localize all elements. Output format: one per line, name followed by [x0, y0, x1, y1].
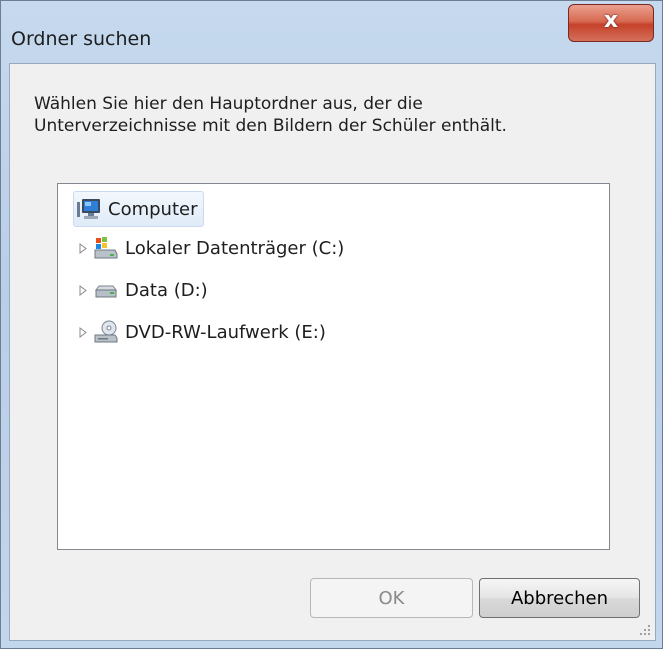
tree-item-drive-e[interactable]: DVD-RW-Laufwerk (E:)	[76, 316, 326, 348]
tree-item-label: Lokaler Datenträger (C:)	[125, 237, 345, 259]
instruction-line-2: Unterverzeichnisse mit den Bildern der S…	[34, 116, 507, 136]
tree-item-drive-d[interactable]: Data (D:)	[76, 274, 208, 306]
close-icon: x	[603, 8, 619, 33]
tree-item-label: Computer	[108, 198, 198, 220]
dialog-body: Wählen Sie hier den Hauptordner aus, der…	[9, 63, 656, 641]
instruction-line-1: Wählen Sie hier den Hauptordner aus, der…	[34, 94, 423, 114]
instruction-text: Wählen Sie hier den Hauptordner aus, der…	[34, 93, 507, 137]
ok-button[interactable]: OK	[310, 578, 473, 618]
dvd-drive-icon	[94, 320, 118, 343]
expand-arrow-icon[interactable]	[76, 325, 90, 339]
folder-browser-dialog: Ordner suchen x Wählen Sie hier den Haup…	[0, 0, 663, 649]
tree-item-label: Data (D:)	[125, 279, 208, 301]
computer-icon	[77, 199, 100, 219]
window-title: Ordner suchen	[11, 28, 152, 50]
tree-item-computer[interactable]: Computer	[73, 191, 205, 227]
windows-drive-icon	[94, 237, 118, 259]
close-button[interactable]: x	[568, 4, 654, 42]
resize-grip-icon[interactable]	[637, 622, 651, 636]
expand-arrow-icon[interactable]	[76, 241, 90, 255]
tree-item-drive-c[interactable]: Lokaler Datenträger (C:)	[76, 232, 344, 264]
expand-arrow-icon[interactable]	[76, 283, 90, 297]
cancel-button[interactable]: Abbrechen	[479, 578, 640, 618]
folder-tree[interactable]: Computer Lokaler Datenträger (C:) Data (…	[57, 183, 610, 550]
tree-item-label: DVD-RW-Laufwerk (E:)	[125, 321, 326, 343]
hard-drive-icon	[95, 285, 117, 298]
